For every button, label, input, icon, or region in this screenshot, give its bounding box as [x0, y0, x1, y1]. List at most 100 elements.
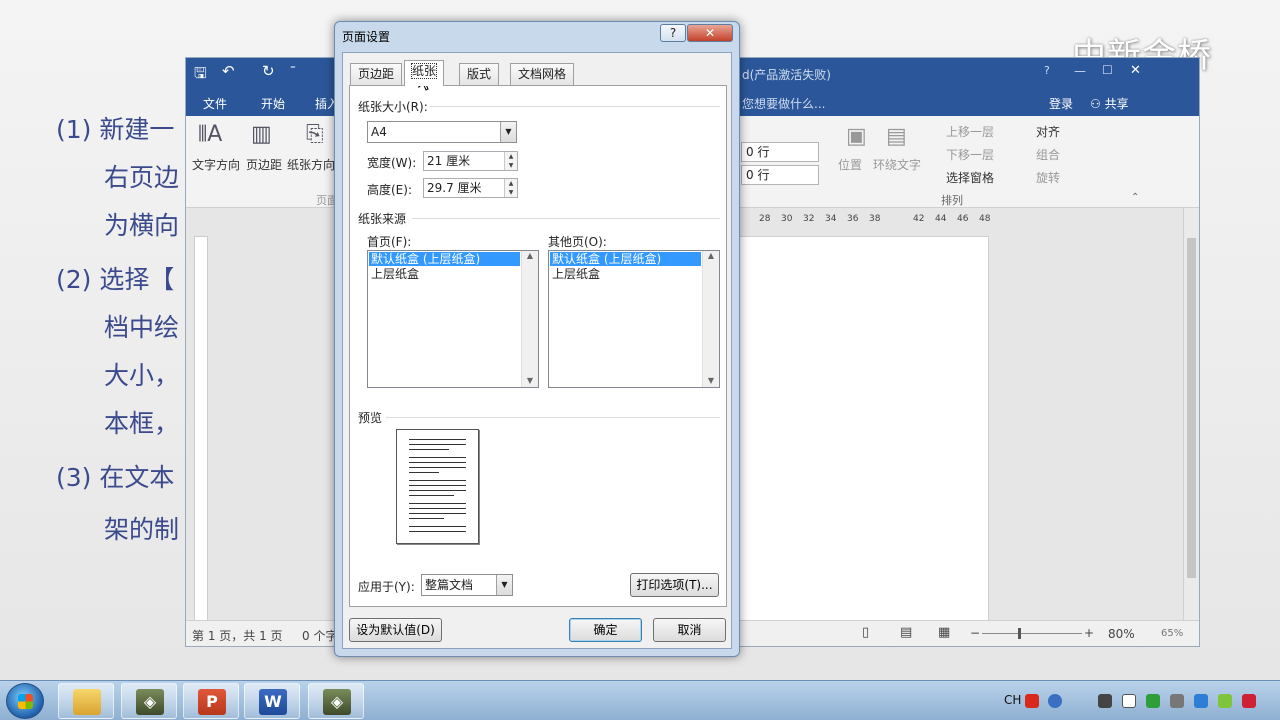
zoom-in-icon[interactable]: +	[1084, 626, 1094, 640]
zoom-out-icon[interactable]: −	[970, 626, 980, 640]
orientation-button[interactable]: 纸张方向	[287, 156, 335, 173]
tab-file[interactable]: 文件	[203, 95, 227, 112]
width-input[interactable]: 21 厘米 ▲ ▼	[423, 151, 518, 171]
tell-me-box[interactable]: 您想要做什么...	[742, 95, 825, 112]
customize-qat-icon[interactable]: ⁼	[290, 62, 296, 75]
print-layout-icon[interactable]: ▤	[900, 625, 912, 640]
tab-paper-label: 纸张	[410, 63, 438, 79]
spinner-icon[interactable]: ▲ ▼	[504, 152, 517, 170]
taskbar-app-word[interactable]: W	[244, 683, 300, 719]
rotate-button[interactable]: 旋转	[1036, 169, 1060, 186]
selection-pane-button[interactable]: 选择窗格	[946, 169, 994, 186]
language-indicator[interactable]: CH	[1004, 693, 1021, 707]
input-method-icon[interactable]	[1025, 694, 1039, 708]
scrollbar-thumb[interactable]	[1187, 238, 1196, 578]
margins-button[interactable]: 页边距	[246, 156, 282, 173]
apply-to-select[interactable]: 整篇文档 ▼	[421, 574, 513, 596]
login-link[interactable]: 登录	[1049, 95, 1073, 112]
network-tray-icon[interactable]	[1098, 694, 1112, 708]
flag-icon[interactable]	[1122, 694, 1136, 708]
read-mode-icon[interactable]: ▯	[862, 625, 869, 640]
dialog-title: 页面设置	[342, 30, 391, 44]
tab-doc-grid[interactable]: 文档网格	[510, 63, 575, 85]
other-pages-tray-list[interactable]: 默认纸盒 (上层纸盒) 上层纸盒 ▲ ▼	[548, 250, 720, 388]
list-item[interactable]: 上层纸盒	[550, 267, 701, 281]
scroll-up-icon[interactable]: ▲	[703, 251, 719, 260]
start-button[interactable]	[6, 683, 44, 719]
close-icon[interactable]: ✕	[1130, 63, 1141, 78]
tray-app-icon[interactable]	[1170, 694, 1184, 708]
media-icon: ◈	[136, 689, 164, 715]
web-layout-icon[interactable]: ▦	[938, 625, 950, 640]
text-direction-button[interactable]: 文字方向	[192, 156, 240, 173]
divider	[412, 218, 720, 219]
apply-to-label: 应用于(Y):	[358, 580, 415, 594]
scroll-down-icon[interactable]: ▼	[703, 376, 719, 385]
slide-line-2: 右页边	[104, 163, 180, 192]
chevron-down-icon[interactable]: ▼	[500, 122, 516, 142]
list-item[interactable]: 默认纸盒 (上层纸盒)	[550, 252, 701, 266]
first-page-tray-list[interactable]: 默认纸盒 (上层纸盒) 上层纸盒 ▲ ▼	[367, 250, 539, 388]
set-default-button[interactable]: 设为默认值(D)	[349, 618, 442, 642]
paper-size-select[interactable]: A4 ▼	[367, 121, 517, 143]
zoom-level[interactable]: 80%	[1108, 627, 1135, 641]
tab-margins[interactable]: 页边距	[350, 63, 403, 85]
list-scrollbar[interactable]: ▲ ▼	[702, 251, 719, 387]
list-item[interactable]: 上层纸盒	[369, 267, 520, 281]
ok-button[interactable]: 确定	[569, 618, 642, 642]
ruler-tick: 38	[869, 214, 881, 224]
taskbar-app-powerpoint[interactable]: P	[183, 683, 239, 719]
minimize-icon[interactable]: —	[1074, 64, 1086, 78]
list-scrollbar[interactable]: ▲ ▼	[521, 251, 538, 387]
scroll-up-icon[interactable]: ▲	[522, 251, 538, 260]
tab-paper[interactable]: 纸张	[404, 60, 445, 86]
tray-app-icon[interactable]	[1218, 694, 1232, 708]
scroll-down-icon[interactable]: ▼	[522, 376, 538, 385]
help-tray-icon[interactable]	[1048, 694, 1062, 708]
bring-forward-button[interactable]: 上移一层	[946, 123, 994, 140]
orientation-icon: ⎘	[306, 122, 324, 147]
ribbon-display-icon[interactable]: ?	[1044, 64, 1050, 77]
taskbar-app-other[interactable]: ◈	[308, 683, 364, 719]
spinner-icon[interactable]: ▲ ▼	[504, 179, 517, 197]
preview-line	[409, 508, 466, 509]
ruler-tick: 30	[781, 214, 793, 224]
group-button[interactable]: 组合	[1036, 146, 1060, 163]
person-icon: ⚇	[1090, 97, 1101, 111]
list-item[interactable]: 默认纸盒 (上层纸盒)	[369, 252, 520, 266]
help-button[interactable]: ?	[660, 24, 686, 42]
print-options-button[interactable]: 打印选项(T)...	[630, 573, 719, 597]
tray-app-icon[interactable]	[1194, 694, 1208, 708]
spacing-before-input[interactable]: 0 行	[741, 142, 819, 162]
position-button[interactable]: 位置	[838, 156, 862, 173]
chevron-down-icon[interactable]: ▼	[496, 575, 512, 595]
width-value: 21 厘米	[427, 154, 471, 168]
undo-icon[interactable]: ↶	[222, 62, 235, 80]
wrap-text-button[interactable]: 环绕文字	[873, 156, 921, 173]
paper-source-label: 纸张来源	[358, 212, 407, 226]
word-count[interactable]: 0 个字	[302, 627, 337, 644]
align-button[interactable]: 对齐	[1036, 123, 1060, 140]
tray-app-icon[interactable]	[1242, 694, 1256, 708]
maximize-icon[interactable]: ☐	[1102, 63, 1113, 77]
preview-line	[409, 449, 449, 450]
spacing-after-input[interactable]: 0 行	[741, 165, 819, 185]
height-input[interactable]: 29.7 厘米 ▲ ▼	[423, 178, 518, 198]
dialog-close-button[interactable]: ✕	[687, 24, 733, 42]
taskbar-app-media[interactable]: ◈	[121, 683, 177, 719]
shield-icon[interactable]	[1146, 694, 1160, 708]
taskbar-app-explorer[interactable]	[58, 683, 114, 719]
zoom-slider[interactable]	[982, 633, 1082, 634]
cancel-button[interactable]: 取消	[653, 618, 726, 642]
save-icon[interactable]: 🖫	[194, 63, 207, 88]
share-button[interactable]: ⚇ 共享	[1090, 95, 1129, 112]
vertical-scrollbar[interactable]	[1183, 208, 1199, 620]
collapse-ribbon-icon[interactable]: ⌃	[1131, 192, 1139, 203]
tab-home[interactable]: 开始	[261, 95, 285, 112]
send-backward-button[interactable]: 下移一层	[946, 146, 994, 163]
tab-layout[interactable]: 版式	[459, 63, 500, 85]
redo-icon[interactable]: ↻	[262, 62, 275, 80]
document-page[interactable]	[734, 236, 989, 622]
zoom-slider-handle[interactable]	[1018, 628, 1021, 639]
page-count[interactable]: 第 1 页，共 1 页	[192, 627, 283, 644]
